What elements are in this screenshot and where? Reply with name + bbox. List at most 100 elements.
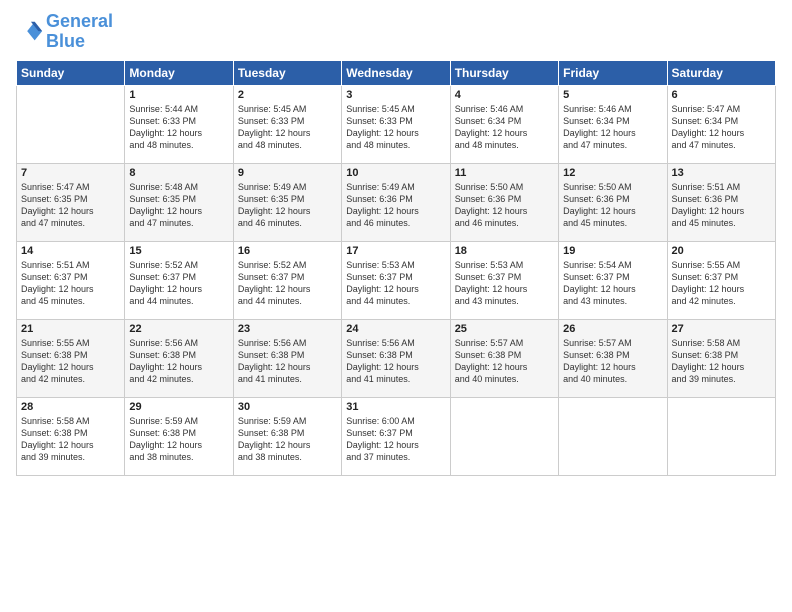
header: General Blue [16,12,776,52]
day-number: 18 [455,245,554,257]
day-number: 24 [346,323,445,335]
cell-content: Sunrise: 5:51 AMSunset: 6:37 PMDaylight:… [21,259,120,308]
day-number: 13 [672,167,771,179]
cell-content: Sunrise: 5:55 AMSunset: 6:38 PMDaylight:… [21,337,120,386]
cell-content: Sunrise: 5:45 AMSunset: 6:33 PMDaylight:… [238,103,337,152]
calendar-cell: 26Sunrise: 5:57 AMSunset: 6:38 PMDayligh… [559,319,667,397]
day-number: 22 [129,323,228,335]
cell-content: Sunrise: 5:59 AMSunset: 6:38 PMDaylight:… [129,415,228,464]
week-row: 28 Sunrise: 5:58 AMSunset: 6:38 PMDayligh… [17,397,776,475]
day-number: 19 [563,245,662,257]
day-number: 14 [21,245,120,257]
cell-content: Sunrise: 5:54 AMSunset: 6:37 PMDaylight:… [563,259,662,308]
calendar-cell [559,397,667,475]
day-number: 8 [129,167,228,179]
calendar-cell: 28 Sunrise: 5:58 AMSunset: 6:38 PMDayligh… [17,397,125,475]
calendar-cell: 8 Sunrise: 5:48 AMSunset: 6:35 PMDaylight… [125,163,233,241]
cell-content: Sunrise: 5:53 AMSunset: 6:37 PMDaylight:… [455,259,554,308]
logo-text-line2: Blue [46,32,113,52]
cell-content: Sunrise: 5:53 AMSunset: 6:37 PMDaylight:… [346,259,445,308]
calendar-cell [450,397,558,475]
calendar-cell: 4 Sunrise: 5:46 AMSunset: 6:34 PMDaylight… [450,85,558,163]
cell-content: Sunrise: 5:56 AMSunset: 6:38 PMDaylight:… [238,337,337,386]
cell-content: Sunrise: 5:46 AMSunset: 6:34 PMDaylight:… [563,103,662,152]
cell-content: Sunrise: 5:44 AMSunset: 6:33 PMDaylight:… [129,103,228,152]
cell-content: Sunrise: 5:58 AMSunset: 6:38 PMDaylight:… [672,337,771,386]
cell-content: Sunrise: 5:56 AMSunset: 6:38 PMDaylight:… [346,337,445,386]
calendar-cell: 27 Sunrise: 5:58 AMSunset: 6:38 PMDayligh… [667,319,775,397]
cell-content: Sunrise: 5:50 AMSunset: 6:36 PMDaylight:… [455,181,554,230]
cell-content: Sunrise: 5:49 AMSunset: 6:35 PMDaylight:… [238,181,337,230]
day-number: 12 [563,167,662,179]
calendar-cell: 18 Sunrise: 5:53 AMSunset: 6:37 PMDayligh… [450,241,558,319]
calendar-cell: 29 Sunrise: 5:59 AMSunset: 6:38 PMDayligh… [125,397,233,475]
cell-content: Sunrise: 5:45 AMSunset: 6:33 PMDaylight:… [346,103,445,152]
cell-content: Sunrise: 5:47 AMSunset: 6:35 PMDaylight:… [21,181,120,230]
calendar-cell: 10Sunrise: 5:49 AMSunset: 6:36 PMDayligh… [342,163,450,241]
cell-content: Sunrise: 6:00 AMSunset: 6:37 PMDaylight:… [346,415,445,464]
week-row: 7Sunrise: 5:47 AMSunset: 6:35 PMDaylight… [17,163,776,241]
day-number: 25 [455,323,554,335]
calendar-cell: 9 Sunrise: 5:49 AMSunset: 6:35 PMDaylight… [233,163,341,241]
calendar-cell: 22 Sunrise: 5:56 AMSunset: 6:38 PMDayligh… [125,319,233,397]
day-number: 3 [346,89,445,101]
calendar-cell: 1 Sunrise: 5:44 AMSunset: 6:33 PMDaylight… [125,85,233,163]
day-header-saturday: Saturday [667,60,775,85]
calendar-cell: 20 Sunrise: 5:55 AMSunset: 6:37 PMDayligh… [667,241,775,319]
day-number: 1 [129,89,228,101]
day-header-wednesday: Wednesday [342,60,450,85]
calendar-cell: 17Sunrise: 5:53 AMSunset: 6:37 PMDayligh… [342,241,450,319]
calendar-cell: 23 Sunrise: 5:56 AMSunset: 6:38 PMDayligh… [233,319,341,397]
day-number: 10 [346,167,445,179]
cell-content: Sunrise: 5:48 AMSunset: 6:35 PMDaylight:… [129,181,228,230]
cell-content: Sunrise: 5:58 AMSunset: 6:38 PMDaylight:… [21,415,120,464]
day-number: 23 [238,323,337,335]
day-number: 5 [563,89,662,101]
day-number: 28 [21,401,120,413]
day-header-thursday: Thursday [450,60,558,85]
day-number: 26 [563,323,662,335]
cell-content: Sunrise: 5:47 AMSunset: 6:34 PMDaylight:… [672,103,771,152]
day-header-friday: Friday [559,60,667,85]
day-header-tuesday: Tuesday [233,60,341,85]
calendar-cell: 7Sunrise: 5:47 AMSunset: 6:35 PMDaylight… [17,163,125,241]
calendar-cell: 6 Sunrise: 5:47 AMSunset: 6:34 PMDaylight… [667,85,775,163]
day-number: 2 [238,89,337,101]
calendar-cell: 24 Sunrise: 5:56 AMSunset: 6:38 PMDayligh… [342,319,450,397]
day-number: 16 [238,245,337,257]
calendar-cell: 31Sunrise: 6:00 AMSunset: 6:37 PMDayligh… [342,397,450,475]
calendar-cell [17,85,125,163]
cell-content: Sunrise: 5:46 AMSunset: 6:34 PMDaylight:… [455,103,554,152]
calendar-cell: 21 Sunrise: 5:55 AMSunset: 6:38 PMDayligh… [17,319,125,397]
cell-content: Sunrise: 5:55 AMSunset: 6:37 PMDaylight:… [672,259,771,308]
logo-icon [16,18,44,46]
day-number: 6 [672,89,771,101]
cell-content: Sunrise: 5:56 AMSunset: 6:38 PMDaylight:… [129,337,228,386]
week-row: 21 Sunrise: 5:55 AMSunset: 6:38 PMDayligh… [17,319,776,397]
calendar-cell: 5 Sunrise: 5:46 AMSunset: 6:34 PMDaylight… [559,85,667,163]
calendar-cell: 30 Sunrise: 5:59 AMSunset: 6:38 PMDayligh… [233,397,341,475]
calendar-cell: 25Sunrise: 5:57 AMSunset: 6:38 PMDayligh… [450,319,558,397]
day-number: 20 [672,245,771,257]
day-number: 15 [129,245,228,257]
week-row: 1 Sunrise: 5:44 AMSunset: 6:33 PMDaylight… [17,85,776,163]
cell-content: Sunrise: 5:50 AMSunset: 6:36 PMDaylight:… [563,181,662,230]
calendar-cell: 3 Sunrise: 5:45 AMSunset: 6:33 PMDaylight… [342,85,450,163]
cell-content: Sunrise: 5:59 AMSunset: 6:38 PMDaylight:… [238,415,337,464]
cell-content: Sunrise: 5:51 AMSunset: 6:36 PMDaylight:… [672,181,771,230]
logo-text-line1: General [46,12,113,32]
day-number: 29 [129,401,228,413]
calendar-cell: 2 Sunrise: 5:45 AMSunset: 6:33 PMDaylight… [233,85,341,163]
day-number: 4 [455,89,554,101]
calendar-cell [667,397,775,475]
day-number: 30 [238,401,337,413]
day-number: 9 [238,167,337,179]
day-number: 21 [21,323,120,335]
day-header-monday: Monday [125,60,233,85]
cell-content: Sunrise: 5:52 AMSunset: 6:37 PMDaylight:… [129,259,228,308]
header-row: SundayMondayTuesdayWednesdayThursdayFrid… [17,60,776,85]
logo: General Blue [16,12,113,52]
calendar-cell: 16Sunrise: 5:52 AMSunset: 6:37 PMDayligh… [233,241,341,319]
day-number: 27 [672,323,771,335]
day-number: 11 [455,167,554,179]
